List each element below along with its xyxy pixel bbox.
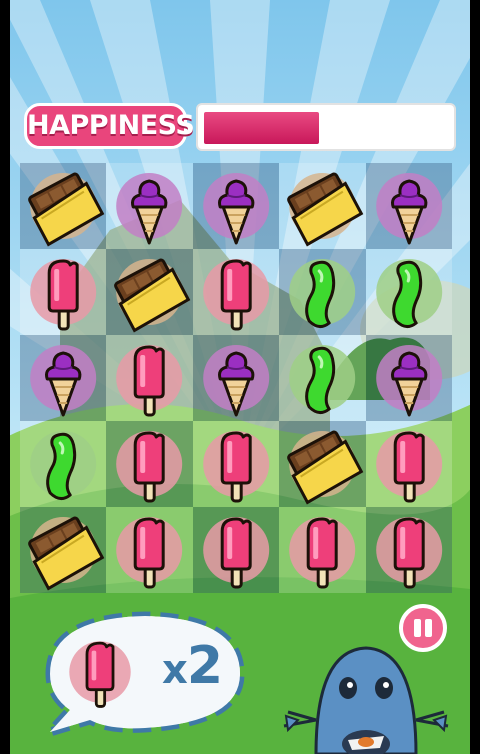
grid-cell-3-3[interactable] bbox=[279, 421, 366, 507]
ice-cream-cone-icon bbox=[375, 173, 442, 245]
grid-cell-2-1[interactable] bbox=[106, 335, 193, 421]
grid-cell-3-2[interactable] bbox=[192, 421, 280, 507]
monster-mascot bbox=[283, 646, 449, 754]
popsicle-icon bbox=[116, 431, 183, 503]
goal-multiplier: x bbox=[162, 647, 188, 693]
goal-bubble: x2 bbox=[30, 610, 270, 738]
happiness-label: HAPPINESS bbox=[24, 103, 195, 149]
popsicle-icon bbox=[375, 517, 442, 589]
pause-icon-bar bbox=[425, 619, 432, 637]
popsicle-icon bbox=[202, 431, 269, 503]
grid-cell-4-3[interactable] bbox=[279, 507, 366, 593]
goal-popsicle-icon bbox=[69, 641, 131, 708]
popsicle-icon bbox=[375, 431, 442, 503]
goal-count: x2 bbox=[162, 636, 223, 700]
ice-cream-cone-icon bbox=[202, 345, 269, 417]
popsicle-icon bbox=[202, 259, 269, 331]
grid-cell-3-4[interactable] bbox=[365, 421, 452, 507]
chocolate-bar-icon bbox=[28, 172, 105, 247]
match-grid bbox=[20, 163, 452, 593]
chocolate-bar-icon bbox=[28, 516, 105, 591]
ice-cream-cone-icon bbox=[202, 173, 269, 245]
grid-cell-3-0[interactable] bbox=[20, 421, 107, 507]
grid-cell-4-2[interactable] bbox=[192, 507, 280, 593]
game-screen: HAPPINESS x2 bbox=[0, 0, 480, 754]
jelly-bean-icon bbox=[289, 345, 356, 414]
grid-cell-2-0[interactable] bbox=[20, 335, 107, 421]
chocolate-bar-icon bbox=[287, 172, 364, 247]
grid-cell-0-0[interactable] bbox=[20, 163, 107, 249]
popsicle-icon bbox=[116, 345, 183, 417]
jelly-bean-icon bbox=[30, 431, 97, 500]
grid-cell-1-2[interactable] bbox=[192, 249, 280, 335]
left-frame bbox=[0, 0, 10, 754]
grid-cell-1-1[interactable] bbox=[106, 249, 193, 335]
popsicle-icon bbox=[116, 517, 183, 589]
ice-cream-cone-icon bbox=[116, 173, 183, 245]
grid-cell-1-4[interactable] bbox=[365, 249, 452, 335]
grid-cell-3-1[interactable] bbox=[106, 421, 193, 507]
grid-cell-4-1[interactable] bbox=[106, 507, 193, 593]
grid-cell-0-2[interactable] bbox=[192, 163, 280, 249]
popsicle-icon bbox=[30, 259, 97, 331]
grid-cell-0-4[interactable] bbox=[365, 163, 452, 249]
grid-cell-0-3[interactable] bbox=[279, 163, 366, 249]
ice-cream-cone-icon bbox=[30, 345, 97, 417]
right-frame bbox=[470, 0, 480, 754]
pause-icon bbox=[414, 619, 421, 637]
grid-cell-2-4[interactable] bbox=[365, 335, 452, 421]
grid-cell-1-3[interactable] bbox=[279, 249, 366, 335]
happiness-header: HAPPINESS bbox=[24, 103, 456, 151]
grid-cell-2-2[interactable] bbox=[192, 335, 280, 421]
grid-cell-0-1[interactable] bbox=[106, 163, 193, 249]
chocolate-bar-icon bbox=[114, 258, 191, 333]
ice-cream-cone-icon bbox=[375, 345, 442, 417]
grid-cell-4-4[interactable] bbox=[365, 507, 452, 593]
grid-cell-4-0[interactable] bbox=[20, 507, 107, 593]
happiness-meter bbox=[196, 103, 456, 151]
popsicle-icon bbox=[202, 517, 269, 589]
chocolate-bar-icon bbox=[287, 430, 364, 505]
jelly-bean-icon bbox=[289, 259, 356, 328]
goal-count-value: 2 bbox=[186, 636, 223, 696]
popsicle-icon bbox=[289, 517, 356, 589]
grid-cell-1-0[interactable] bbox=[20, 249, 107, 335]
grid-cell-2-3[interactable] bbox=[279, 335, 366, 421]
happiness-meter-fill bbox=[204, 112, 319, 144]
jelly-bean-icon bbox=[375, 259, 442, 328]
